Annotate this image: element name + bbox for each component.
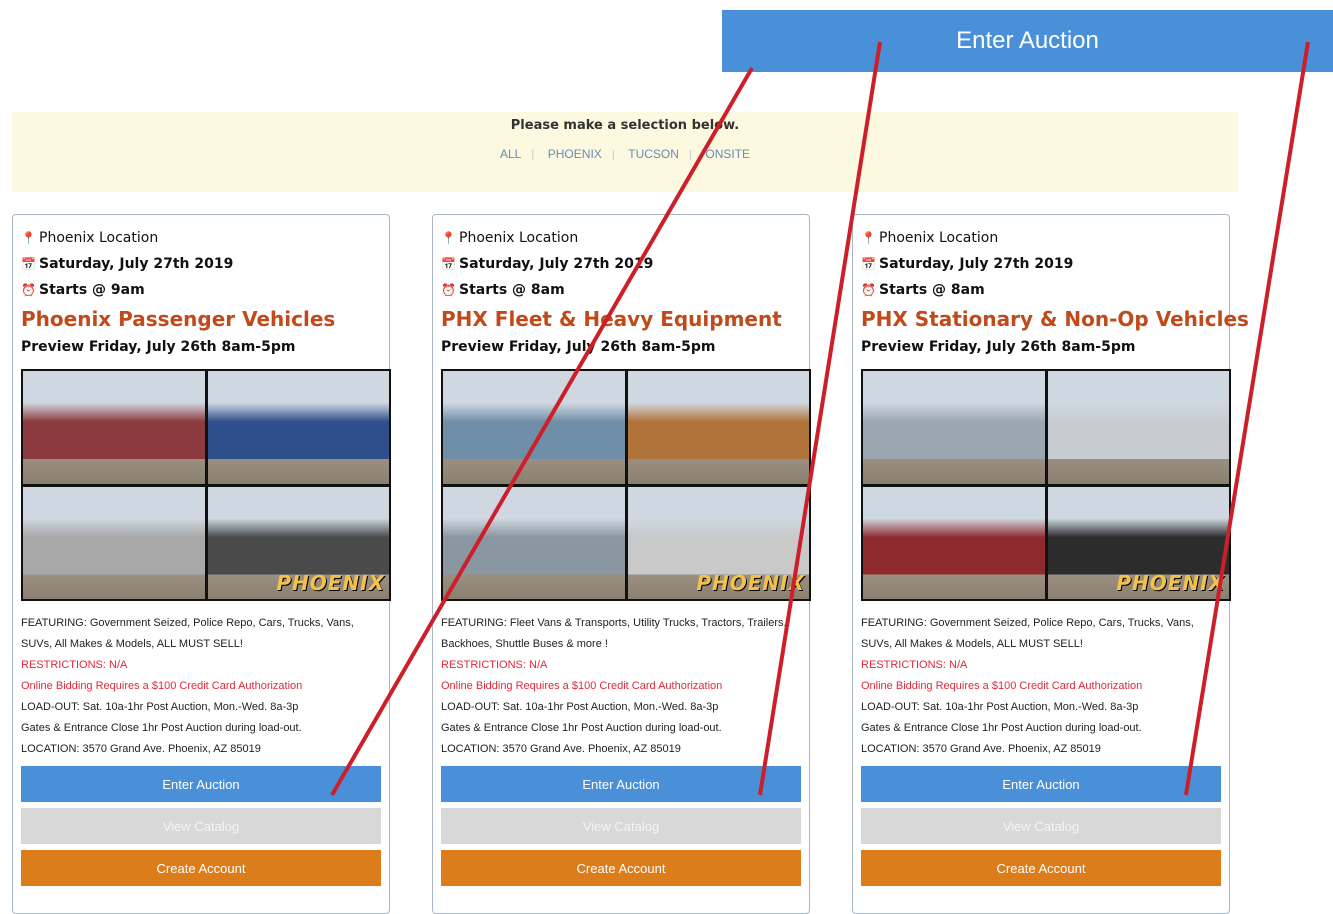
- map-pin-icon: 📍: [441, 231, 456, 245]
- enter-auction-button[interactable]: Enter Auction: [21, 766, 381, 802]
- calendar-icon: 📅: [21, 257, 36, 271]
- filter-all[interactable]: ALL: [500, 147, 521, 161]
- start-row: ⏰ Starts @ 8am: [441, 277, 801, 303]
- vehicle-photo: [23, 486, 205, 599]
- enter-auction-button[interactable]: Enter Auction: [441, 766, 801, 802]
- vehicle-photo: [1047, 371, 1229, 484]
- auction-card: 📍 Phoenix Location 📅 Saturday, July 27th 2…: [432, 214, 811, 914]
- location-row: 📍 Phoenix Location: [21, 225, 381, 251]
- auction-description: FEATURING: Government Seized, Police Rep…: [861, 617, 1194, 755]
- auction-title[interactable]: PHX Stationary & Non-Op Vehicles: [861, 303, 1249, 335]
- location-filter-bar: Please make a selection below. ALL | PHOE…: [12, 112, 1238, 192]
- phoenix-watermark: PHOENIX: [696, 571, 805, 595]
- vehicle-photo: [863, 371, 1045, 484]
- vehicle-photo-grid[interactable]: PHOENIX: [441, 369, 811, 601]
- auction-description: FEATURING: Government Seized, Police Rep…: [21, 617, 354, 755]
- phoenix-watermark: PHOENIX: [1116, 571, 1225, 595]
- create-account-button[interactable]: Create Account: [21, 850, 381, 886]
- vehicle-photo-grid[interactable]: PHOENIX: [861, 369, 1231, 601]
- filter-links: ALL | PHOENIX | TUCSON | ONSITE: [499, 147, 751, 161]
- clock-icon: ⏰: [441, 283, 456, 297]
- date-row: 📅 Saturday, July 27th 2019: [441, 251, 801, 277]
- vehicle-photo: [443, 486, 625, 599]
- vehicle-photo: [863, 486, 1045, 599]
- auction-card: 📍 Phoenix Location 📅 Saturday, July 27th 2…: [12, 214, 391, 914]
- calendar-icon: 📅: [861, 257, 876, 271]
- vehicle-photo: [627, 371, 809, 484]
- phoenix-watermark: PHOENIX: [276, 571, 385, 595]
- vehicle-photo: [207, 371, 389, 484]
- vehicle-photo: PHOENIX: [627, 486, 809, 599]
- auction-title[interactable]: Phoenix Passenger Vehicles: [21, 303, 381, 335]
- filter-phoenix[interactable]: PHOENIX: [548, 147, 602, 161]
- preview-text: Preview Friday, July 26th 8am-5pm: [21, 339, 296, 355]
- clock-icon: ⏰: [861, 283, 876, 297]
- auction-description: FEATURING: Fleet Vans & Transports, Util…: [441, 617, 787, 755]
- location-row: 📍 Phoenix Location: [441, 225, 801, 251]
- filter-tucson[interactable]: TUCSON: [628, 147, 679, 161]
- vehicle-photo: [443, 371, 625, 484]
- clock-icon: ⏰: [21, 283, 36, 297]
- vehicle-photo-grid[interactable]: PHOENIX: [21, 369, 391, 601]
- date-row: 📅 Saturday, July 27th 2019: [21, 251, 381, 277]
- vehicle-photo: PHOENIX: [1047, 486, 1229, 599]
- enter-auction-callout[interactable]: Enter Auction: [722, 10, 1333, 72]
- vehicle-photo: [23, 371, 205, 484]
- auction-title[interactable]: PHX Fleet & Heavy Equipment: [441, 303, 801, 335]
- calendar-icon: 📅: [441, 257, 456, 271]
- map-pin-icon: 📍: [861, 231, 876, 245]
- filter-onsite[interactable]: ONSITE: [705, 147, 750, 161]
- view-catalog-button[interactable]: View Catalog: [21, 808, 381, 844]
- vehicle-photo: PHOENIX: [207, 486, 389, 599]
- preview-text: Preview Friday, July 26th 8am-5pm: [861, 339, 1136, 355]
- auction-card: 📍 Phoenix Location 📅 Saturday, July 27th 2…: [852, 214, 1249, 914]
- create-account-button[interactable]: Create Account: [441, 850, 801, 886]
- date-row: 📅 Saturday, July 27th 2019: [861, 251, 1221, 277]
- enter-auction-button[interactable]: Enter Auction: [861, 766, 1221, 802]
- view-catalog-button[interactable]: View Catalog: [441, 808, 801, 844]
- preview-text: Preview Friday, July 26th 8am-5pm: [441, 339, 716, 355]
- filter-prompt: Please make a selection below.: [510, 118, 740, 133]
- location-row: 📍 Phoenix Location: [861, 225, 1221, 251]
- start-row: ⏰ Starts @ 9am: [21, 277, 381, 303]
- view-catalog-button[interactable]: View Catalog: [861, 808, 1221, 844]
- create-account-button[interactable]: Create Account: [861, 850, 1221, 886]
- start-row: ⏰ Starts @ 8am: [861, 277, 1221, 303]
- map-pin-icon: 📍: [21, 231, 36, 245]
